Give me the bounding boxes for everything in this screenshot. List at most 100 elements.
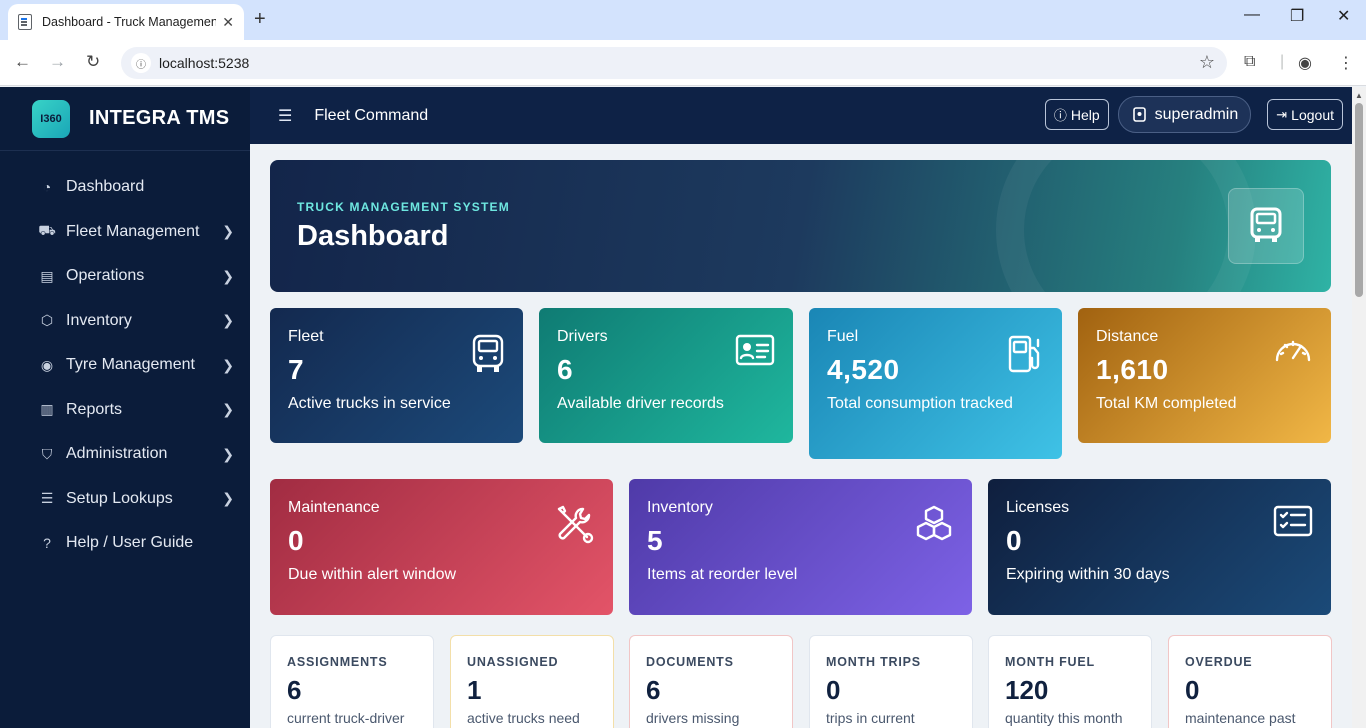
chevron-right-icon: ❯ [222,267,234,284]
chevron-right-icon: ❯ [222,490,234,507]
brand[interactable]: I360 INTEGRA TMS [0,87,250,151]
top-bar: ☰ Fleet Command ⓘ Help superadmin ⇥ Logo… [250,87,1352,144]
chevron-right-icon: ❯ [222,445,234,462]
reload-icon[interactable]: ↻ [86,52,100,72]
alert-card-inventory[interactable]: Inventory 5 Items at reorder level [629,479,972,615]
sidebar-item-fleet-management[interactable]: ⛟ Fleet Management ❯ [0,210,250,255]
stat-card-fuel[interactable]: Fuel 4,520 Total consumption tracked [809,308,1062,459]
site-info-icon[interactable]: ⓘ [131,53,151,73]
menu-kebab-icon[interactable]: ⋮ [1338,53,1354,73]
hamburger-menu-icon[interactable]: ☰ [278,106,292,126]
stat-card-drivers[interactable]: Drivers 6 Available driver records [539,308,793,443]
summary-description: trips in current [826,710,915,726]
restore-icon[interactable]: ❐ [1290,6,1304,26]
forward-icon[interactable]: → [49,52,66,72]
summary-value: 0 [826,675,841,705]
summary-value: 6 [646,675,661,705]
sidebar-item-inventory[interactable]: ⬡ Inventory ❯ [0,299,250,344]
summary-label: MONTH FUEL [1005,655,1095,669]
summary-card-assignments[interactable]: ASSIGNMENTS 6 current truck-driver [270,635,434,728]
sidebar-item-operations[interactable]: ▤ Operations ❯ [0,254,250,299]
truck-icon: ⛟ [38,222,56,239]
alert-label: Licenses [1006,499,1070,516]
summary-value: 1 [467,675,482,705]
summary-label: ASSIGNMENTS [287,655,388,669]
alert-value: 0 [288,525,305,556]
sidebar-item-administration[interactable]: ⛉ Administration ❯ [0,432,250,477]
sidebar-item-reports[interactable]: ▥ Reports ❯ [0,388,250,433]
logout-button[interactable]: ⇥ Logout [1267,99,1343,130]
scroll-up-icon[interactable]: ▲ [1355,91,1363,100]
sidebar-item-label: Inventory [66,311,132,329]
profile-icon[interactable]: ◉ [1298,53,1312,73]
summary-card-month-fuel[interactable]: MONTH FUEL 120 quantity this month [988,635,1152,728]
brand-logo: I360 [32,99,70,138]
sidebar-nav: ◔ Dashboard ⛟ Fleet Management ❯ ▤ Operations ❯… [0,151,250,566]
new-tab-icon[interactable]: + [254,8,266,31]
sidebar-item-dashboard[interactable]: ◔ Dashboard [0,165,250,210]
scrollbar-thumb[interactable] [1355,103,1363,297]
sidebar-item-label: Dashboard [66,178,145,196]
sidebar-item-label: Setup Lookups [66,489,173,507]
summary-description: maintenance past [1185,710,1296,726]
tyre-icon: ◉ [40,356,54,373]
logout-button-label: Logout [1291,106,1334,123]
shield-icon: ⛉ [41,445,53,462]
back-icon[interactable]: ← [14,52,31,72]
hero-kicker: TRUCK MANAGEMENT SYSTEM [297,200,510,214]
summary-value: 6 [287,675,302,705]
chevron-right-icon: ❯ [222,401,234,418]
bookmark-star-icon[interactable]: ☆ [1199,52,1215,73]
summary-value: 120 [1005,675,1049,705]
alert-card-maintenance[interactable]: Maintenance 0 Due within alert window [270,479,613,615]
browser-tab-strip: Dashboard - Truck Management ✕ + — ❐ ✕ [0,0,1366,40]
gauge-icon: ◔ [42,179,52,196]
summary-label: OVERDUE [1185,655,1253,669]
sidebar-item-label: Administration [66,445,168,463]
bus-icon [471,334,505,379]
alert-card-licenses[interactable]: Licenses 0 Expiring within 30 days [988,479,1331,615]
alert-description: Items at reorder level [647,566,798,583]
tab-search-icon[interactable]: ⧉ [1244,53,1255,71]
address-bar[interactable]: ⓘ localhost:5238 ☆ [121,47,1227,79]
sidebar-item-help-user-guide[interactable]: ? Help / User Guide [0,521,250,566]
stat-card-fleet[interactable]: Fleet 7 Active trucks in service [270,308,523,443]
clipboard-icon: ▤ [40,267,54,284]
close-tab-icon[interactable]: ✕ [222,14,234,31]
stat-description: Available driver records [557,395,724,412]
user-menu-button[interactable]: superadmin [1117,96,1252,133]
alert-description: Due within alert window [288,566,457,583]
tools-icon [555,505,595,550]
sidebar-item-label: Help / User Guide [66,534,194,552]
minimize-icon[interactable]: — [1244,6,1260,24]
page-scrollbar[interactable]: ▲ [1352,87,1366,728]
summary-description: current truck-driver [287,710,405,726]
alert-description: Expiring within 30 days [1006,566,1170,583]
summary-card-unassigned[interactable]: UNASSIGNED 1 active trucks need [450,635,614,728]
summary-label: MONTH TRIPS [826,655,921,669]
help-button[interactable]: ⓘ Help [1044,99,1109,130]
url-text: localhost:5238 [159,55,250,71]
browser-tab[interactable]: Dashboard - Truck Management ✕ [8,4,244,40]
sidebar-item-tyre-management[interactable]: ◉ Tyre Management ❯ [0,343,250,388]
stat-card-distance[interactable]: Distance 1,610 Total KM completed [1078,308,1331,443]
chevron-right-icon: ❯ [222,312,234,329]
sidebar: I360 INTEGRA TMS ◔ Dashboard ⛟ Fleet Manage… [0,87,250,728]
sidebar-item-label: Fleet Management [66,222,200,240]
summary-description: active trucks need [467,710,580,726]
help-button-label: Help [1070,106,1100,123]
summary-description: quantity this month [1005,710,1123,726]
close-window-icon[interactable]: ✕ [1337,6,1350,26]
fuel-pump-icon [1006,334,1044,379]
sidebar-item-setup-lookups[interactable]: ☰ Setup Lookups ❯ [0,477,250,522]
report-icon: ▥ [40,401,54,418]
stat-description: Total KM completed [1096,395,1237,412]
speedometer-icon [1273,334,1313,369]
box-icon: ⬡ [40,312,54,329]
checklist-icon [1273,505,1313,542]
browser-toolbar: ← → ↻ ⓘ localhost:5238 ☆ ⧉ | ◉ ⋮ [0,40,1366,86]
summary-card-documents[interactable]: DOCUMENTS 6 drivers missing [629,635,793,728]
summary-card-month-trips[interactable]: MONTH TRIPS 0 trips in current [809,635,973,728]
chevron-right-icon: ❯ [222,356,234,373]
summary-card-overdue[interactable]: OVERDUE 0 maintenance past [1168,635,1332,728]
